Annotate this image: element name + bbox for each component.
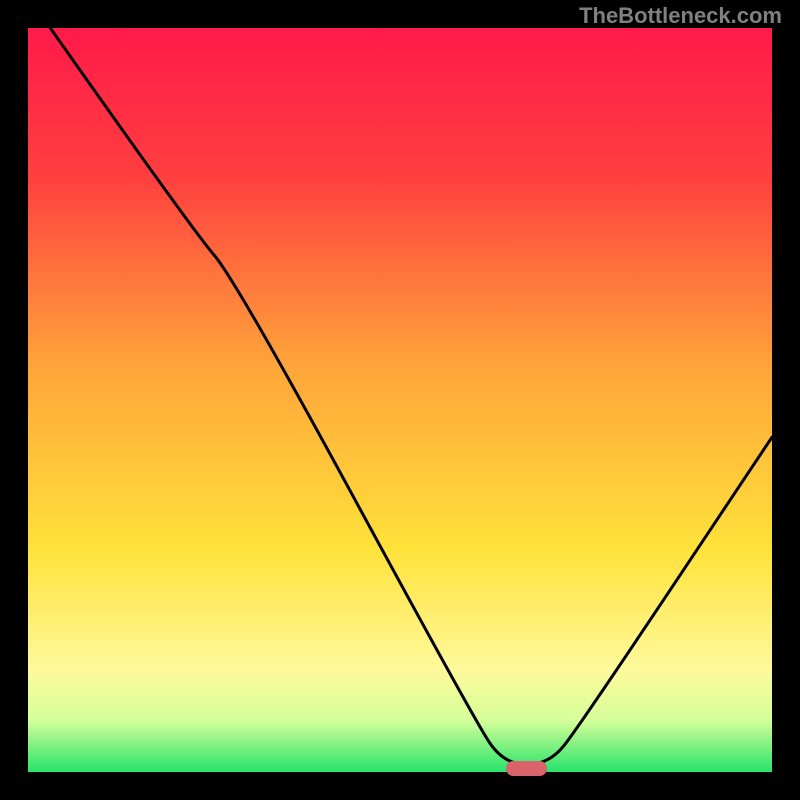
chart-container: TheBottleneck.com [0, 0, 800, 800]
optimal-marker [506, 761, 548, 776]
watermark-text: TheBottleneck.com [579, 3, 782, 29]
chart-svg [28, 28, 772, 772]
gradient-background [28, 28, 772, 772]
plot-area [28, 28, 772, 772]
